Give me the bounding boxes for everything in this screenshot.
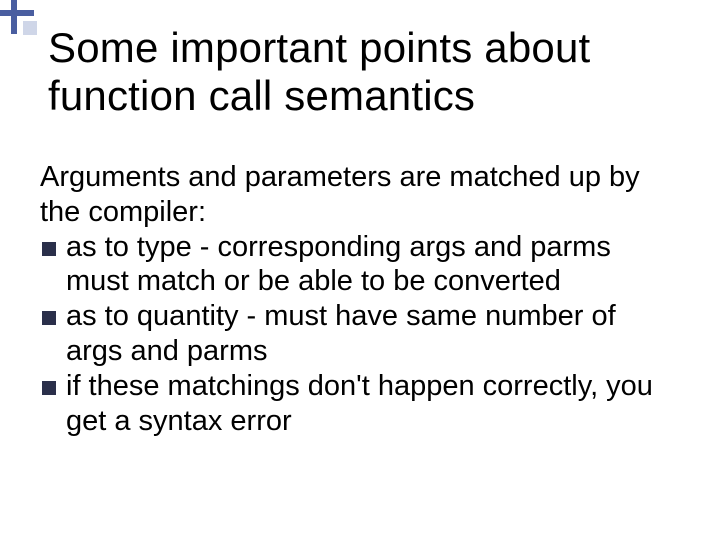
- list-item: if these matchings don't happen correctl…: [40, 369, 680, 439]
- deco-h-stripe: [0, 10, 34, 16]
- list-item: as to quantity - must have same number o…: [40, 299, 680, 369]
- bullet-square-icon: [42, 242, 56, 256]
- list-item: as to type - corresponding args and parm…: [40, 230, 680, 300]
- bullet-text: if these matchings don't happen correctl…: [66, 369, 680, 439]
- slide-title: Some important points about function cal…: [48, 24, 648, 121]
- deco-v-stripe: [11, 0, 17, 34]
- bullet-text: as to type - corresponding args and parm…: [66, 230, 680, 300]
- deco-small-square: [23, 21, 37, 35]
- corner-decoration: [0, 0, 44, 44]
- bullet-text: as to quantity - must have same number o…: [66, 299, 680, 369]
- bullet-square-icon: [42, 381, 56, 395]
- intro-text: Arguments and parameters are matched up …: [40, 160, 680, 230]
- slide-body: Arguments and parameters are matched up …: [40, 160, 680, 438]
- bullet-list: as to type - corresponding args and parm…: [40, 230, 680, 439]
- bullet-square-icon: [42, 311, 56, 325]
